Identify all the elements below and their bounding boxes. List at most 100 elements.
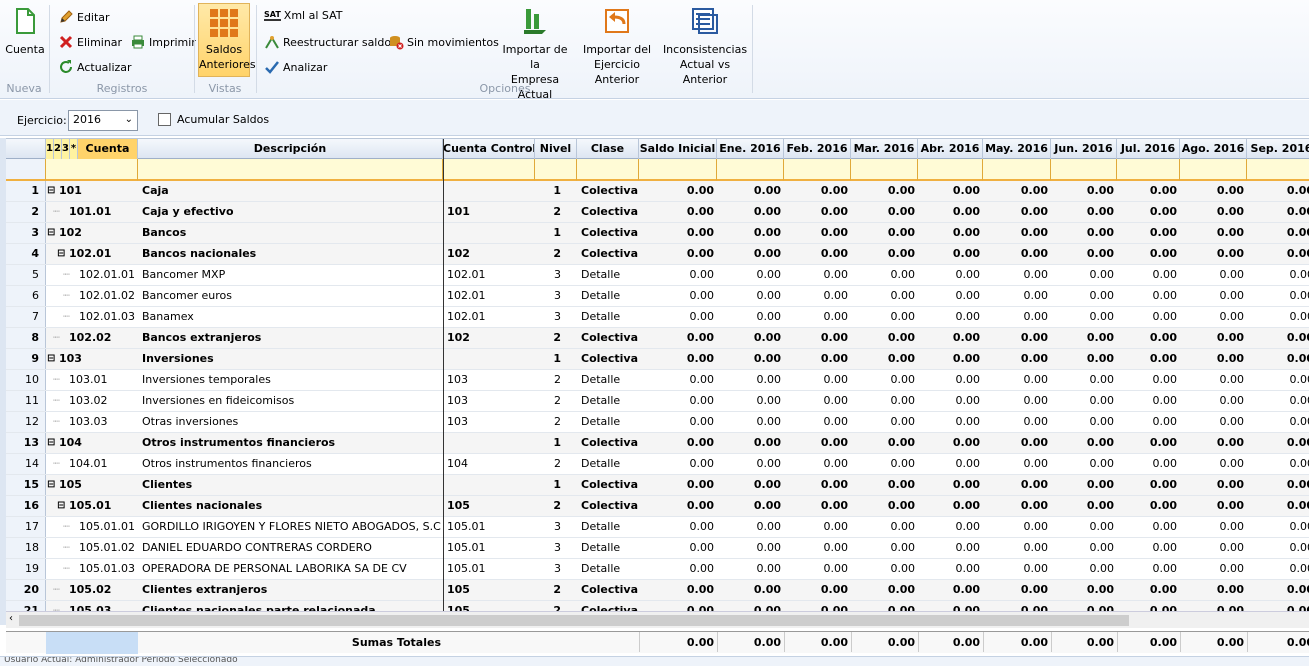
balance-cell[interactable]: 0.00	[639, 370, 716, 390]
balance-cell[interactable]: 0.00	[1051, 223, 1116, 243]
balance-cell[interactable]: 0.00	[1117, 223, 1179, 243]
balance-cell[interactable]: 0.00	[1051, 559, 1116, 579]
balance-cell[interactable]: 0.00	[918, 580, 982, 600]
balance-cell[interactable]: 0.00	[784, 307, 850, 327]
balance-cell[interactable]: 0.00	[1051, 370, 1116, 390]
balance-cell[interactable]: 0.00	[784, 412, 850, 432]
header-clase[interactable]: Clase	[577, 139, 639, 159]
tree-toggle-icon[interactable]: ⊟	[47, 433, 55, 453]
balance-cell[interactable]: 0.00	[851, 580, 917, 600]
balance-cell[interactable]: 0.00	[1247, 412, 1309, 432]
saldos-anteriores-button[interactable]: Saldos Anteriores	[198, 3, 256, 77]
balance-cell[interactable]: 0.00	[983, 538, 1050, 558]
balance-cell[interactable]: 0.00	[1180, 286, 1246, 306]
balance-cell[interactable]: 0.00	[983, 580, 1050, 600]
balance-cell[interactable]: 0.00	[1180, 370, 1246, 390]
balance-cell[interactable]: 0.00	[1117, 244, 1179, 264]
balance-cell[interactable]: 0.00	[717, 286, 783, 306]
balance-cell[interactable]: 0.00	[784, 517, 850, 537]
balance-cell[interactable]: 0.00	[784, 349, 850, 369]
balance-cell[interactable]: 0.00	[784, 580, 850, 600]
analizar-button[interactable]: Analizar	[264, 59, 327, 75]
balance-cell[interactable]: 0.00	[983, 475, 1050, 495]
balance-cell[interactable]: 0.00	[1180, 391, 1246, 411]
balance-cell[interactable]: 0.00	[717, 412, 783, 432]
balance-cell[interactable]: 0.00	[983, 517, 1050, 537]
balance-cell[interactable]: 0.00	[1247, 454, 1309, 474]
balance-cell[interactable]: 0.00	[1117, 559, 1179, 579]
balance-cell[interactable]: 0.00	[639, 475, 716, 495]
horizontal-scrollbar[interactable]: ‹	[6, 611, 1309, 628]
balance-cell[interactable]: 0.00	[1247, 559, 1309, 579]
column-filter-cell[interactable]	[1051, 159, 1117, 181]
balance-cell[interactable]: 0.00	[1180, 454, 1246, 474]
balance-cell[interactable]: 0.00	[983, 391, 1050, 411]
balance-cell[interactable]: 0.00	[1180, 181, 1246, 201]
balance-cell[interactable]: 0.00	[1180, 580, 1246, 600]
balance-cell[interactable]: 0.00	[851, 244, 917, 264]
balance-cell[interactable]: 0.00	[784, 538, 850, 558]
balance-cell[interactable]: 0.00	[851, 307, 917, 327]
balance-cell[interactable]: 0.00	[1117, 412, 1179, 432]
balance-cell[interactable]: 0.00	[1117, 370, 1179, 390]
table-row[interactable]: 9 ⊟ 103 Inversiones 1 Colectiva 0.00 0.00 0.00 0.…	[6, 349, 1309, 370]
xml-sat-button[interactable]: SAT Xml al SAT	[264, 9, 342, 22]
balance-cell[interactable]: 0.00	[717, 559, 783, 579]
balance-cell[interactable]: 0.00	[851, 181, 917, 201]
balance-cell[interactable]: 0.00	[1117, 475, 1179, 495]
balance-cell[interactable]: 0.00	[1051, 328, 1116, 348]
balance-cell[interactable]: 0.00	[1051, 286, 1116, 306]
balance-cell[interactable]: 0.00	[1051, 580, 1116, 600]
header-month[interactable]: Abr. 2016	[918, 139, 983, 159]
balance-cell[interactable]: 0.00	[1247, 580, 1309, 600]
column-filter-cell[interactable]	[535, 159, 577, 181]
balance-cell[interactable]: 0.00	[717, 517, 783, 537]
header-cuenta[interactable]: Cuenta	[78, 139, 138, 159]
balance-cell[interactable]: 0.00	[1180, 538, 1246, 558]
balance-cell[interactable]: 0.00	[639, 412, 716, 432]
balance-cell[interactable]: 0.00	[1247, 244, 1309, 264]
balance-cell[interactable]: 0.00	[851, 286, 917, 306]
balance-cell[interactable]: 0.00	[1180, 496, 1246, 516]
balance-cell[interactable]: 0.00	[1051, 433, 1116, 453]
balance-cell[interactable]: 0.00	[983, 223, 1050, 243]
balance-cell[interactable]: 0.00	[1247, 391, 1309, 411]
reestructurar-button[interactable]: Reestructurar saldos	[264, 34, 397, 50]
balance-cell[interactable]: 0.00	[717, 265, 783, 285]
balance-cell[interactable]: 0.00	[639, 202, 716, 222]
balance-cell[interactable]: 0.00	[983, 181, 1050, 201]
column-filter-cell[interactable]	[443, 159, 535, 181]
balance-cell[interactable]: 0.00	[1117, 265, 1179, 285]
balance-cell[interactable]: 0.00	[784, 433, 850, 453]
balance-cell[interactable]: 0.00	[918, 349, 982, 369]
balance-cell[interactable]: 0.00	[1117, 202, 1179, 222]
balance-cell[interactable]: 0.00	[784, 328, 850, 348]
balance-cell[interactable]: 0.00	[1247, 475, 1309, 495]
table-row[interactable]: 2 ┈ 101.01 Caja y efectivo 101 2 Colectiva 0.00…	[6, 202, 1309, 223]
balance-cell[interactable]: 0.00	[1051, 517, 1116, 537]
balance-cell[interactable]: 0.00	[1180, 328, 1246, 348]
balance-cell[interactable]: 0.00	[918, 202, 982, 222]
balance-cell[interactable]: 0.00	[983, 244, 1050, 264]
balance-cell[interactable]: 0.00	[851, 454, 917, 474]
balance-cell[interactable]: 0.00	[918, 265, 982, 285]
balance-cell[interactable]: 0.00	[717, 307, 783, 327]
balance-cell[interactable]: 0.00	[717, 496, 783, 516]
balance-cell[interactable]: 0.00	[918, 475, 982, 495]
table-row[interactable]: 1 ⊟ 101 Caja 1 Colectiva 0.00 0.00 0.00 0.00 0.00 0…	[6, 181, 1309, 202]
balance-cell[interactable]: 0.00	[717, 244, 783, 264]
table-row[interactable]: 15 ⊟ 105 Clientes 1 Colectiva 0.00 0.00 0.00 0.00…	[6, 475, 1309, 496]
table-row[interactable]: 6 ┈ 102.01.02 Bancomer euros 102.01 3 Detalle 0…	[6, 286, 1309, 307]
balance-cell[interactable]: 0.00	[1247, 286, 1309, 306]
balance-cell[interactable]: 0.00	[1247, 328, 1309, 348]
balance-cell[interactable]: 0.00	[1051, 244, 1116, 264]
balance-cell[interactable]: 0.00	[918, 307, 982, 327]
column-filter-cell[interactable]	[851, 159, 918, 181]
balance-cell[interactable]: 0.00	[1117, 517, 1179, 537]
balance-cell[interactable]: 0.00	[717, 181, 783, 201]
balance-cell[interactable]: 0.00	[639, 538, 716, 558]
table-row[interactable]: 8 ┈ 102.02 Bancos extranjeros 102 2 Colectiva 0…	[6, 328, 1309, 349]
tree-toggle-icon[interactable]: ⊟	[57, 496, 65, 516]
table-row[interactable]: 12 ┈ 103.03 Otras inversiones 103 2 Detalle 0.0…	[6, 412, 1309, 433]
balance-cell[interactable]: 0.00	[983, 286, 1050, 306]
